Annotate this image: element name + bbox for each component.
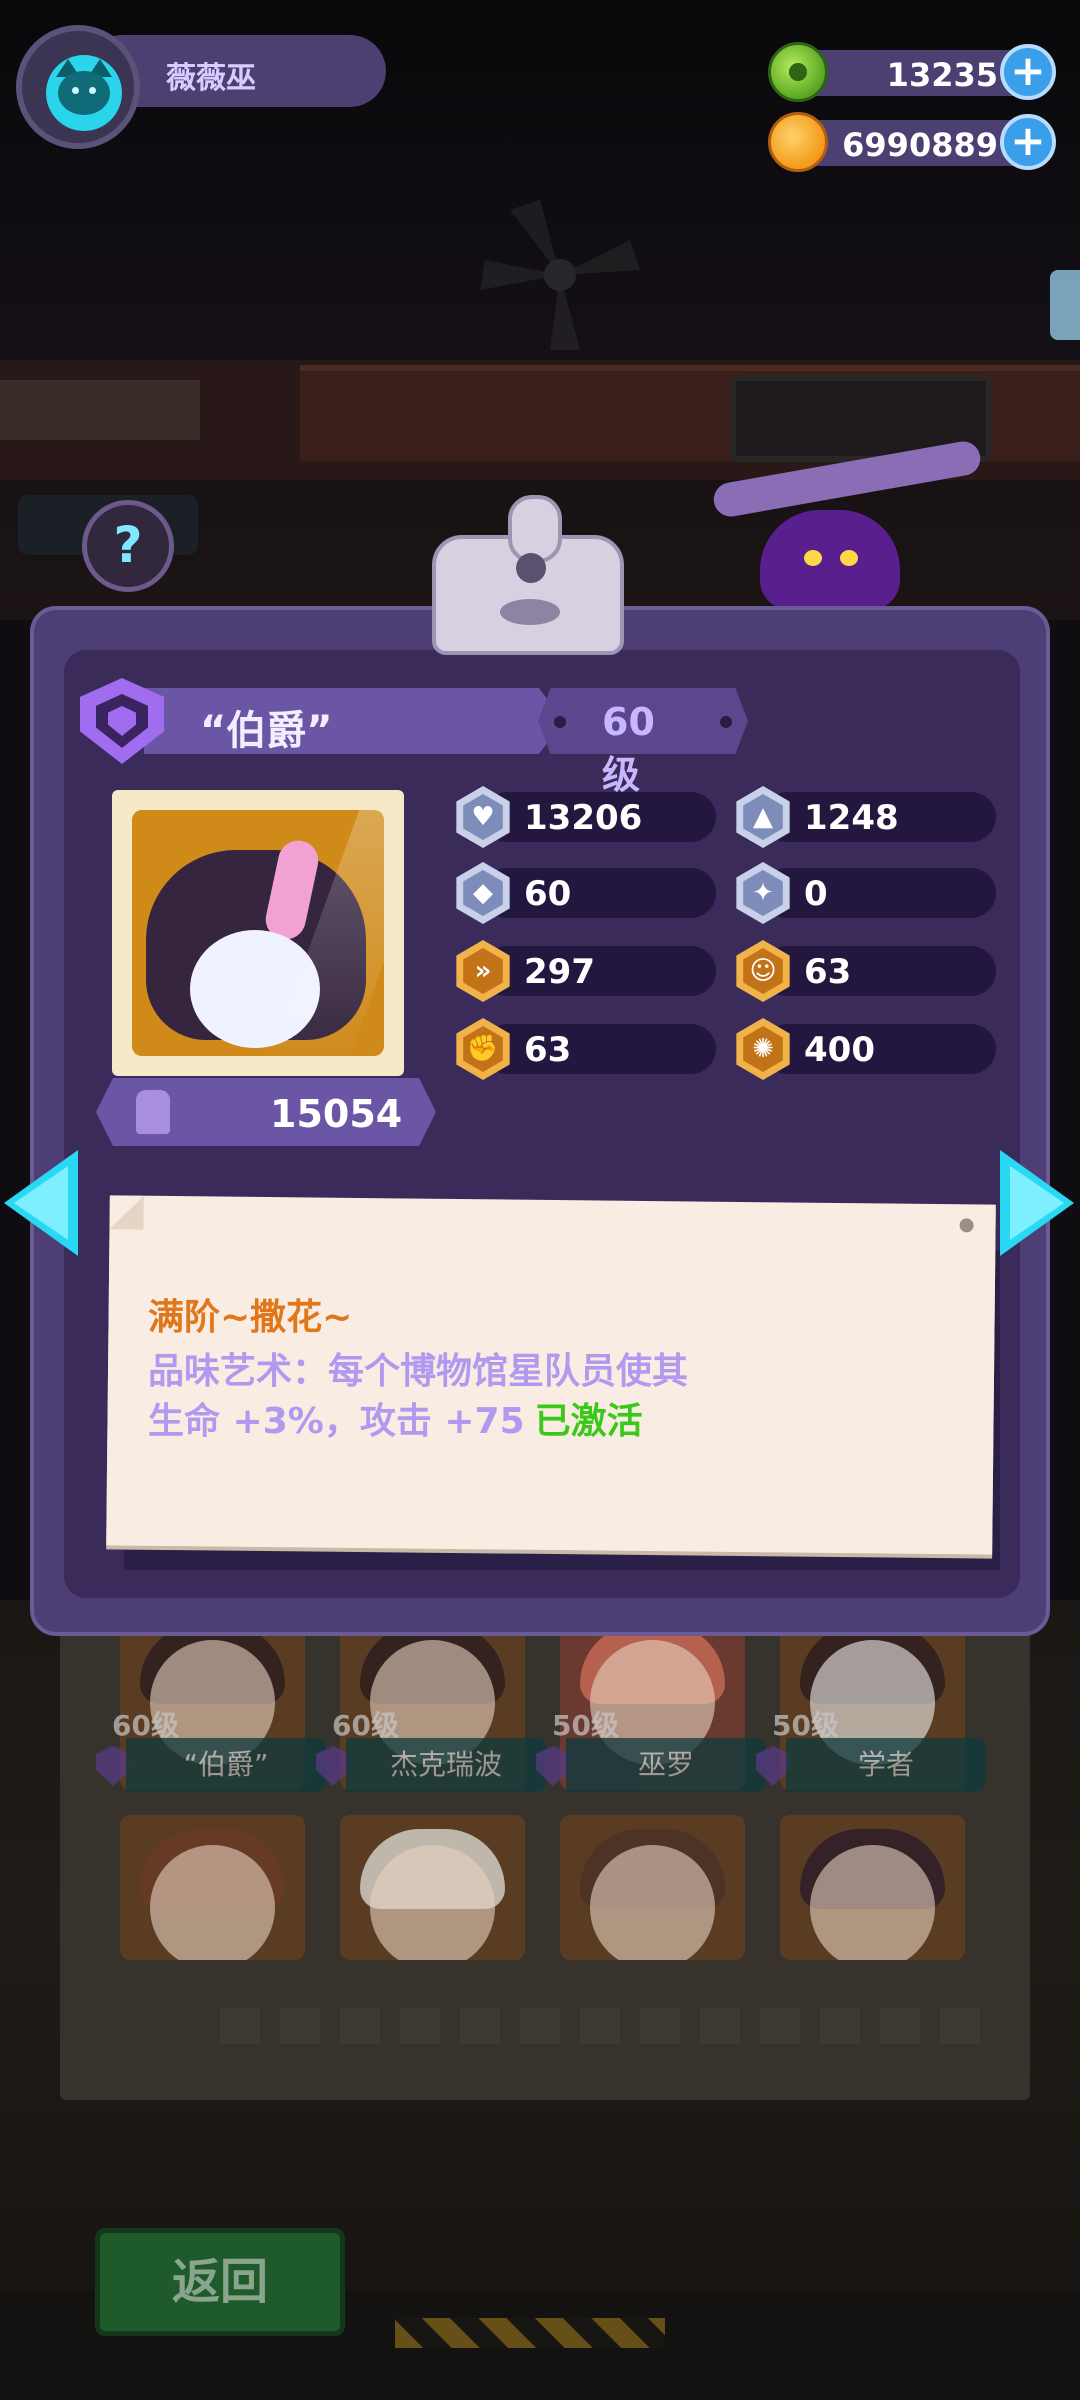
roster-card[interactable] [340, 1815, 525, 1960]
next-character-button[interactable] [1000, 1150, 1074, 1256]
previous-character-button[interactable] [4, 1150, 78, 1256]
currency-orange-value: 6990889 [842, 126, 998, 164]
roster-name: 巫罗 [566, 1738, 766, 1792]
player-profile[interactable]: 薇薇巫 [16, 25, 386, 149]
character-level: 60级 [602, 700, 655, 797]
stat-attack: ▲ 1248 [732, 786, 1002, 848]
currency-orange: 6990889 + [768, 110, 1068, 174]
player-name: 薇薇巫 [166, 61, 256, 96]
roster-name: “伯爵” [126, 1738, 326, 1792]
fan-decoration-icon [480, 200, 640, 350]
background-panel [0, 380, 200, 440]
stat-pierce: ✦ 0 [732, 862, 1002, 924]
cat-avatar-icon [46, 55, 122, 131]
power-rocket-icon [136, 1090, 170, 1134]
purple-ghost-mascot [760, 490, 900, 610]
roster-name: 学者 [786, 1738, 986, 1792]
stat-defense: ◆ 60 [452, 862, 722, 924]
bonus-active-status: 已激活 [534, 1401, 643, 1442]
roster-footer-text [220, 2008, 980, 2044]
power-value: 15054 [270, 1092, 403, 1136]
bonus-description: 品味艺术：每个博物馆星队员使其 [148, 1351, 689, 1392]
roster-name: 杰克瑞波 [346, 1738, 546, 1792]
character-name: “伯爵” [200, 708, 333, 754]
hazard-stripe [395, 2318, 665, 2348]
stat-charm: ☺ 63 [732, 940, 1002, 1002]
stat-strength: ✊ 63 [452, 1018, 722, 1080]
bonus-effect-text: 生命 +3%，攻击 +75 [148, 1401, 525, 1442]
add-orange-currency-button[interactable]: + [1000, 114, 1056, 170]
currency-green: 13235 + [768, 40, 1068, 104]
clipboard-clip-icon [432, 495, 624, 655]
player-avatar-frame[interactable] [16, 25, 140, 149]
stat-health: ♥ 13206 [452, 786, 722, 848]
roster-card[interactable] [560, 1815, 745, 1960]
orange-coin-icon [768, 112, 828, 172]
pin-icon [959, 1218, 974, 1233]
currency-green-value: 13235 [886, 56, 998, 94]
green-coin-icon [768, 42, 828, 102]
side-edge-button[interactable] [1050, 270, 1080, 340]
roster-card[interactable] [120, 1815, 305, 1960]
back-button[interactable]: 返回 [95, 2228, 345, 2336]
bonus-effect: 生命 +3%，攻击 +75 已激活 [148, 1392, 643, 1444]
character-title-row: “伯爵” 60级 [80, 678, 748, 797]
add-green-currency-button[interactable]: + [1000, 44, 1056, 100]
character-portrait [112, 790, 404, 1076]
roster-card[interactable] [780, 1815, 965, 1960]
stat-brain: ✺ 400 [732, 1018, 1002, 1080]
help-button[interactable]: ? [82, 500, 174, 592]
stat-speed: » 297 [452, 940, 722, 1002]
bonus-title: 满阶~撒花~ [148, 1297, 353, 1338]
